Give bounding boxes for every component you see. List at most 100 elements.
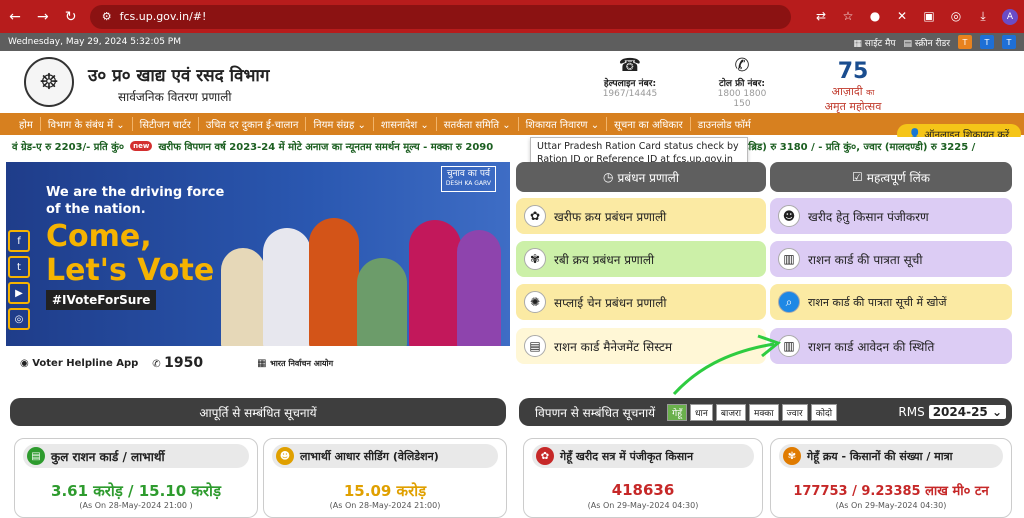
commodity-tab-kodo[interactable]: कोदो (810, 403, 838, 421)
wheat-icon: ✿ (524, 205, 546, 227)
stat-card-ration-cards: ▤ कुल राशन कार्ड / लाभार्थी 3.61 करोड़ / … (14, 438, 258, 518)
stat-value: 177753 / 9.23385 लाख मी० टन (793, 484, 989, 499)
eci-logo: ▦ भारत निर्वाचन आयोग (257, 357, 334, 369)
stat-date: (As On 28-May-2024 21:00) (329, 501, 441, 510)
menu-item-orders[interactable]: शासनादेश ⌄ (374, 117, 437, 131)
green-arrow-annotation (672, 334, 782, 396)
wheat-icon: ✾ (783, 447, 801, 465)
site-header: ☸ उ० प्र० खाद्य एवं रसद विभाग सार्वजनिक … (0, 51, 1024, 113)
rms-selector[interactable]: RMS 2024-25 ⌄ (898, 405, 1006, 419)
banner-hashtag: #IVoteForSure (46, 290, 157, 310)
menu-item-vigilance[interactable]: सतर्कता समिति ⌄ (437, 117, 519, 131)
site-settings-icon[interactable]: ⚙ (102, 10, 112, 23)
page-title: उ० प्र० खाद्य एवं रसद विभाग (88, 66, 270, 86)
stat-date: (As On 29-May-2024 04:30) (587, 501, 699, 510)
azadi-ka-amrit-mahotsav-logo: 75 आज़ादी का अमृत महोत्सव (824, 59, 882, 113)
reload-icon[interactable]: ↻ (62, 9, 80, 25)
download-icon[interactable]: ⤓ (975, 9, 991, 25)
browser-toolbar: ← → ↻ ⚙ fcs.up.gov.in/#! ⇄ ☆ ● ✕ ▣ ◎ ⤓ A (0, 0, 1024, 33)
stat-card-registered-farmers: ✿ गेहूँ खरीद सत्र में पंजीकृत किसान 41863… (523, 438, 763, 518)
menu-item-e-challan[interactable]: उचित दर दुकान ई-चालान (199, 117, 307, 131)
farmer-registration-link[interactable]: ☻ खरीद हेतु किसान पंजीकरण (770, 198, 1012, 234)
rabi-procurement-link[interactable]: ✾ रबी क्रय प्रबंधन प्रणाली (516, 241, 766, 277)
commodity-tab-paddy[interactable]: धान (690, 403, 713, 421)
farmer-icon: ☻ (778, 205, 800, 227)
checkbox-icon: ☑ (852, 170, 863, 184)
farmer-icon: ✿ (536, 447, 554, 465)
kharif-procurement-link[interactable]: ✿ खरीफ क्रय प्रबंधन प्रणाली (516, 198, 766, 234)
banner-headline: Come, Let's Vote (46, 219, 215, 288)
puzzle-icon[interactable]: ▣ (921, 9, 937, 25)
ration-card-icon: ▤ (27, 447, 45, 465)
extension-icon[interactable]: ● (867, 9, 883, 25)
tollfree-block: ✆ टोल फ्री नंबर: 1800 1800 150 (710, 55, 774, 109)
stat-card-aadhaar-seeding: ☻ लाभार्थी आधार सीडिंग (वेलिडेशन) 15.09 क… (263, 438, 507, 518)
commodity-tab-jowar[interactable]: ज्वार (781, 403, 808, 421)
banner-footer: ◉ Voter Helpline App ✆ 1950 ▦ भारत निर्व… (6, 346, 510, 380)
ration-eligibility-list-link[interactable]: ▥ राशन कार्ड की पात्रता सूची (770, 241, 1012, 277)
voter-helpline-app: ◉ Voter Helpline App (20, 357, 139, 369)
sync-icon[interactable]: ◎ (948, 9, 964, 25)
new-badge: new (130, 141, 153, 151)
font-size-button[interactable]: T (980, 35, 994, 49)
commodity-tab-bajra[interactable]: बाजरा (715, 403, 747, 421)
menu-item-home[interactable]: होम (12, 117, 41, 131)
news-ticker[interactable]: वं ग्रेड-ए रु 2203/- प्रति कुं० new खरीफ… (0, 137, 1024, 155)
stat-value: 15.09 करोड़ (343, 482, 427, 500)
page-subtitle: सार्वजनिक वितरण प्रणाली (118, 90, 232, 104)
menu-item-rules[interactable]: नियम संग्रह ⌄ (306, 117, 374, 131)
supply-chain-icon: ✺ (524, 291, 546, 313)
stat-date: (As On 29-May-2024 04:30) (835, 501, 947, 510)
bookmark-star-icon[interactable]: ☆ (840, 9, 856, 25)
instagram-icon[interactable]: ◎ (8, 308, 30, 330)
twitter-icon[interactable]: t (8, 256, 30, 278)
back-icon[interactable]: ← (6, 9, 24, 25)
chunav-logo: चुनाव का पर्व DESH KA GARV (440, 166, 496, 192)
banner-tagline: We are the driving force of the nation. (46, 185, 225, 217)
ration-application-status-link[interactable]: ▥ राशन कार्ड आवेदन की स्थिति (770, 328, 1012, 364)
font-size-button[interactable]: T (1002, 35, 1016, 49)
important-links-heading: ☑ महत्वपूर्ण लिंक (770, 162, 1012, 192)
helpline-block: ☎ हेल्पलाइन नंबर: 1967/14445 (598, 55, 662, 99)
translate-icon[interactable]: ⇄ (813, 9, 829, 25)
menu-item-rti[interactable]: सूचना का अधिकार (607, 117, 691, 131)
ration-eligibility-search-link[interactable]: ⌕ राशन कार्ड की पात्रता सूची में खोजें (770, 284, 1012, 320)
sitemap-link[interactable]: ▦ साईट मैप (853, 36, 895, 49)
youtube-icon[interactable]: ▶ (8, 282, 30, 304)
address-bar[interactable]: ⚙ fcs.up.gov.in/#! (89, 4, 792, 29)
stat-value: 418636 (611, 481, 675, 499)
top-info-bar: Wednesday, May 29, 2024 5:32:05 PM ▦ साई… (0, 33, 1024, 51)
menu-item-about[interactable]: विभाग के संबंध में ⌄ (41, 117, 133, 131)
url-text: fcs.up.gov.in/#! (119, 10, 207, 23)
supply-info-heading: आपूर्ति से सम्बंधित सूचनायें (10, 398, 506, 426)
font-size-button[interactable]: T (958, 35, 972, 49)
vote-banner[interactable]: We are the driving force of the nation. … (6, 162, 510, 380)
voters-illustration (201, 200, 501, 348)
management-system-heading: ◷ प्रबंधन प्रणाली (516, 162, 766, 192)
tools-icon[interactable]: ✕ (894, 9, 910, 25)
menu-item-grievance[interactable]: शिकायत निवारण ⌄ (519, 117, 608, 131)
stat-card-wheat-procurement: ✾ गेहूँ क्रय - किसानों की संख्या / मात्रा… (770, 438, 1012, 518)
screen-reader-link[interactable]: ▤ स्क्रीन रीडर (904, 36, 950, 49)
list-icon: ▥ (778, 248, 800, 270)
stat-date: (As On 28-May-2024 21:00 ) (79, 501, 193, 510)
forward-icon[interactable]: → (34, 9, 52, 25)
commodity-tab-maize[interactable]: मक्का (749, 403, 779, 421)
menu-item-citizen-charter[interactable]: सिटीजन चार्टर (133, 117, 199, 131)
clock-icon: ◷ (603, 170, 614, 184)
commodity-tab-wheat[interactable]: गेहूँ (667, 403, 687, 421)
search-icon: ⌕ (778, 291, 800, 313)
stat-value: 3.61 करोड़ / 15.10 करोड़ (51, 482, 221, 500)
marketing-info-heading: विपणन से सम्बंधित सूचनायें गेहूँ धान बाज… (519, 398, 1012, 426)
main-menu: होम विभाग के संबंध में ⌄ सिटीजन चार्टर उ… (0, 113, 1024, 135)
menu-item-download-forms[interactable]: डाउनलोड फॉर्म (691, 117, 758, 131)
telephone-icon: ☎ (618, 55, 642, 76)
ration-card-icon: ▤ (524, 335, 546, 357)
facebook-icon[interactable]: f (8, 230, 30, 252)
helpline-1950: ✆ 1950 (152, 355, 204, 371)
up-emblem-logo[interactable]: ☸ (24, 57, 74, 107)
aadhaar-icon: ☻ (276, 447, 294, 465)
datetime: Wednesday, May 29, 2024 5:32:05 PM (8, 37, 181, 47)
avatar[interactable]: A (1002, 8, 1019, 25)
supply-chain-link[interactable]: ✺ सप्लाई चेन प्रबंधन प्रणाली (516, 284, 766, 320)
